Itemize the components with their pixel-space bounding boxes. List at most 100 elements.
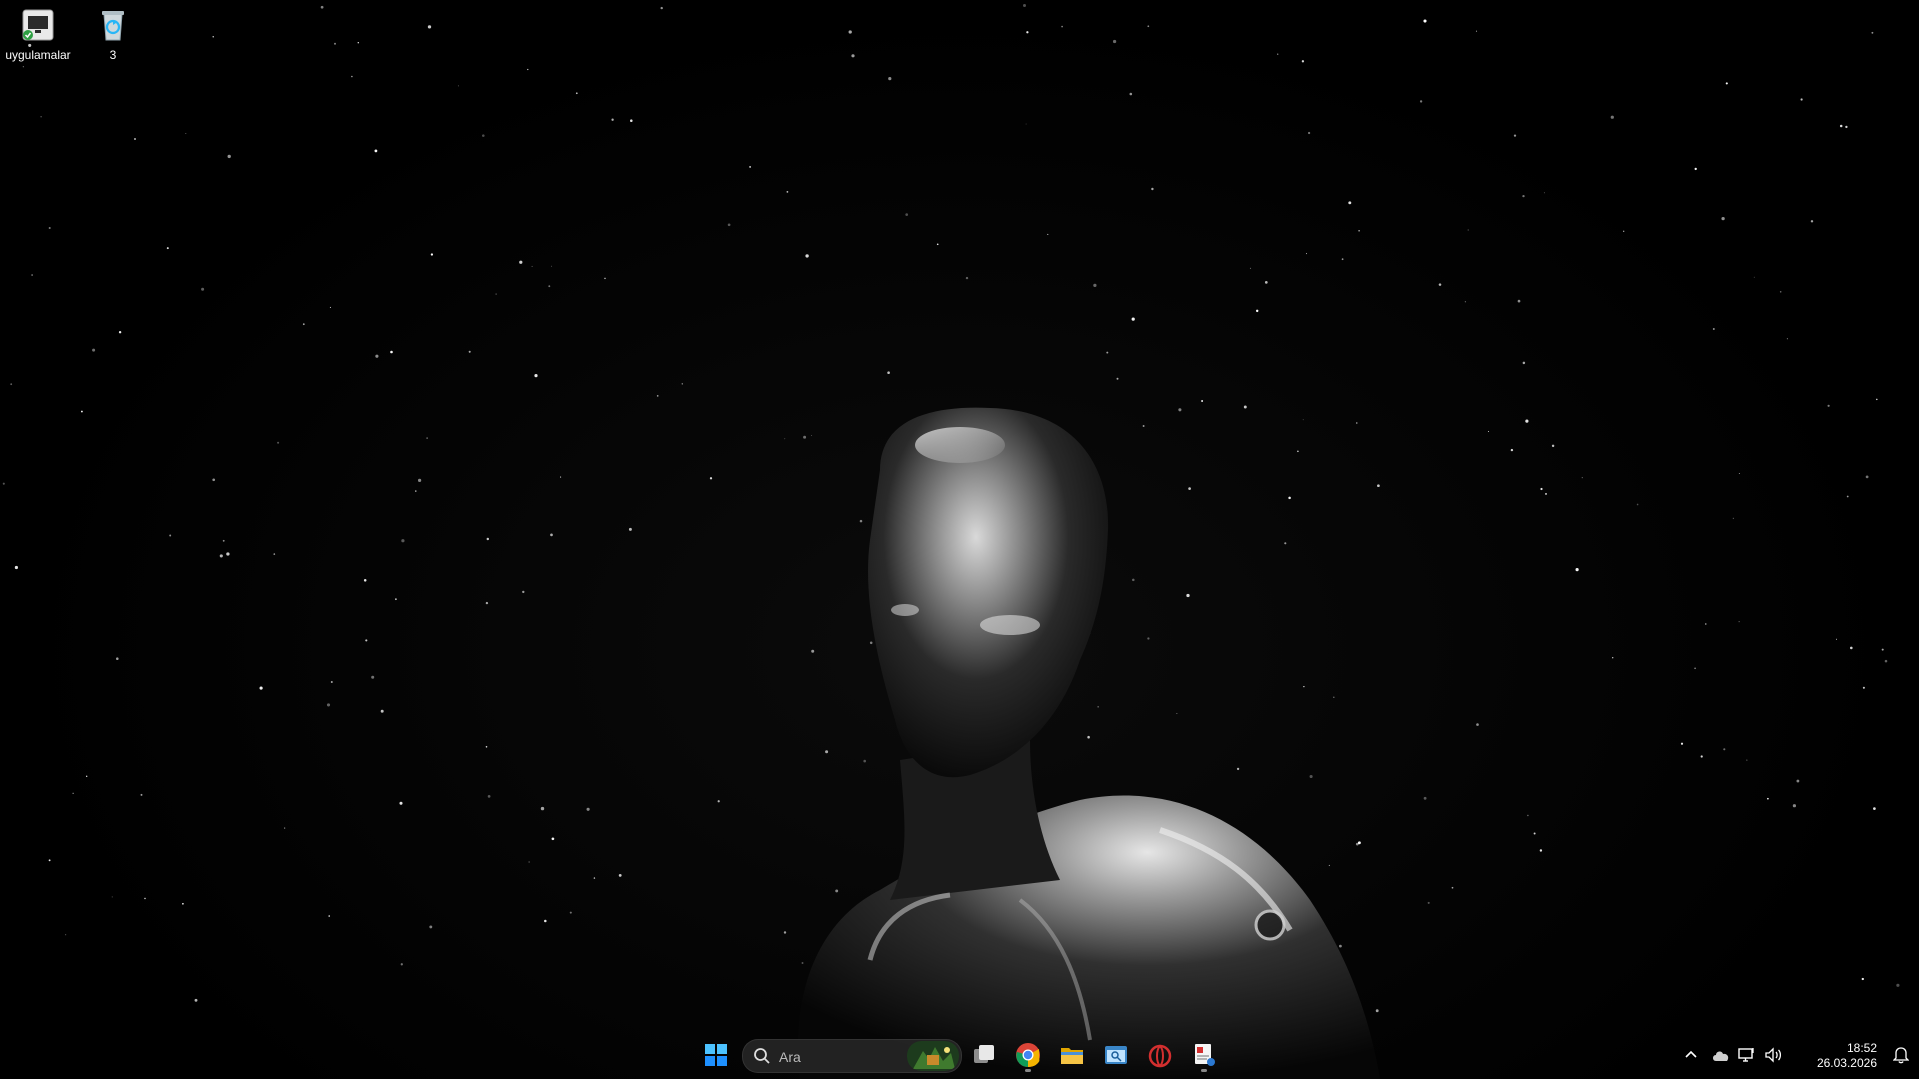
star [811,435,813,436]
taskbar-document-app-button[interactable] [1186,1037,1222,1073]
star [1725,82,1728,85]
network-icon [1738,1048,1754,1062]
star [1297,450,1299,453]
star [31,274,33,276]
star [219,554,223,558]
taskbar-search-box[interactable] [742,1039,962,1073]
chrome-icon [1016,1043,1040,1068]
windows-start-icon [705,1044,727,1066]
star [1700,755,1703,758]
onedrive-cloud-icon [1713,1051,1729,1061]
star [1623,230,1625,232]
star [212,478,216,482]
onedrive-button[interactable] [1709,1043,1733,1067]
star [72,792,74,794]
star [395,598,397,601]
star [363,579,367,582]
star [329,306,331,308]
star [869,641,873,645]
star [277,441,280,444]
star [569,911,572,914]
star [1087,735,1090,739]
star [783,931,787,934]
star [328,915,330,917]
star [1301,60,1305,63]
star [1575,568,1579,572]
show-hidden-icons-button[interactable] [1679,1043,1703,1067]
start-button[interactable] [698,1037,734,1073]
star [1025,123,1027,125]
star [550,533,553,537]
star [1236,767,1240,771]
star [222,539,225,542]
desktop-icon-uygulamalar[interactable]: uygulamalar [0,6,76,62]
star [1306,253,1307,255]
star [630,119,633,122]
star [111,896,113,898]
star [1438,283,1442,286]
star [2,482,5,485]
star [1800,98,1803,101]
task-view-button[interactable] [966,1037,1002,1073]
star [365,639,368,642]
clock-date: 26.03.2026 [1816,1056,1877,1070]
star [811,649,815,653]
star [399,801,403,805]
star [1896,983,1900,987]
taskbar-app-window-button[interactable] [1098,1037,1134,1073]
star [1551,444,1555,448]
star [586,807,590,811]
star [1249,267,1252,269]
desktop-background[interactable]: uygulamalar 3 Ara 18:52 26.03.2026 [0,0,1919,1079]
star [144,897,146,900]
star [1178,408,1182,412]
search-input[interactable] [777,1044,901,1070]
star [1522,194,1525,198]
star [887,371,890,375]
volume-button[interactable] [1761,1043,1785,1067]
star [1827,404,1830,407]
taskbar-file-explorer-button[interactable] [1054,1037,1090,1073]
star [709,477,713,480]
star [390,350,393,354]
star [531,265,533,267]
star [134,138,136,140]
star [302,323,305,326]
star [426,437,428,439]
star [1451,886,1454,889]
star [374,149,378,153]
taskbar-red-app-button[interactable] [1142,1037,1178,1073]
star [1303,685,1305,688]
star [212,36,214,38]
star [401,539,405,543]
taskbar-chrome-button[interactable] [1010,1037,1046,1073]
clock[interactable]: 18:52 26.03.2026 [1817,1041,1877,1071]
star [656,395,659,397]
star [851,54,855,58]
monitor-shortcut-icon [22,9,54,41]
star [1309,774,1313,779]
notification-center-button[interactable] [1889,1043,1913,1067]
star [848,30,852,34]
star [1540,487,1543,491]
desktop-icon-recycle-bin[interactable]: 3 [75,6,151,62]
chevron-up-icon [1685,1050,1697,1058]
star [803,435,807,439]
star [1545,492,1547,495]
star [201,287,205,291]
star [522,590,525,594]
star [1876,398,1878,401]
star [618,873,622,877]
star [681,383,684,385]
star [1721,216,1725,221]
star [1522,361,1526,365]
star [965,276,969,280]
star [1023,4,1026,7]
network-button[interactable] [1735,1043,1759,1067]
star [1862,686,1865,689]
folder-icon [1061,1048,1083,1064]
star [486,537,490,541]
star [1865,475,1869,479]
star [1339,944,1342,948]
star [86,775,88,777]
